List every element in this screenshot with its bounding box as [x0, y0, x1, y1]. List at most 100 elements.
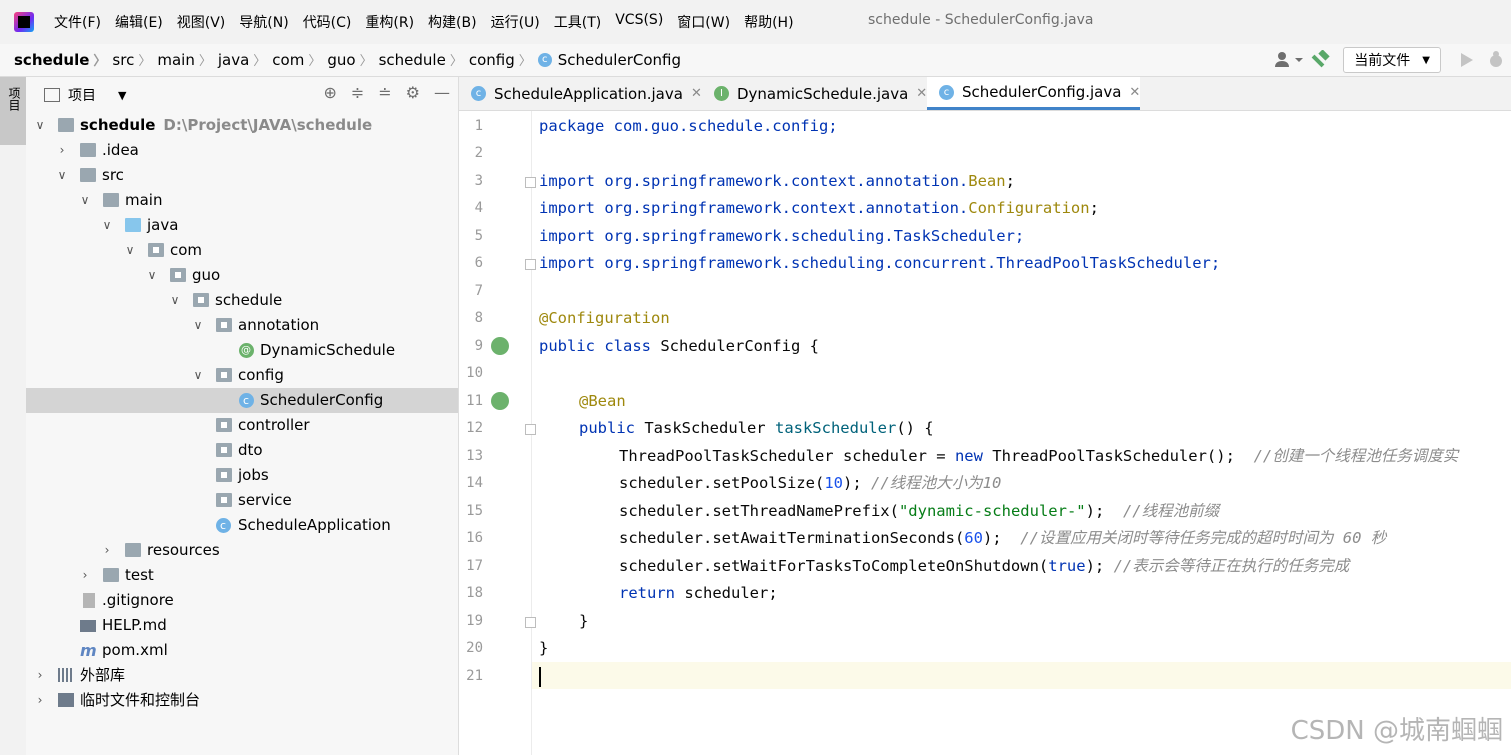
tree-item-schedule-root[interactable]: ∨ schedule D:\Project\JAVA\schedule — [26, 113, 458, 138]
tree-item-help-md[interactable]: HELP.md — [26, 613, 458, 638]
chevron-down-icon[interactable]: ∨ — [146, 263, 158, 288]
locate-icon[interactable]: ⊕ — [323, 83, 336, 102]
tree-item-scratches[interactable]: › 临时文件和控制台 — [26, 688, 458, 713]
menu-tools[interactable]: 工具(T) — [554, 12, 601, 32]
menu-run[interactable]: 运行(U) — [491, 12, 540, 32]
window-title: schedule - SchedulerConfig.java — [868, 12, 1094, 28]
tree-item-schedulerconfig[interactable]: SchedulerConfig — [26, 388, 458, 413]
scratch-console-icon — [58, 693, 74, 707]
editor-tabs: c ScheduleApplication.java ✕ I DynamicSc… — [459, 77, 1511, 111]
chevron-down-icon[interactable]: ∨ — [79, 188, 91, 213]
breadcrumb-item[interactable]: config 〉 — [469, 50, 538, 70]
chevron-right-icon[interactable]: › — [101, 538, 113, 563]
breadcrumb-item[interactable]: com 〉 — [272, 50, 327, 70]
tab-schedulerconfig[interactable]: c SchedulerConfig.java ✕ — [927, 77, 1141, 110]
chevron-down-icon[interactable]: ∨ — [56, 163, 68, 188]
chevron-down-icon[interactable]: ∨ — [169, 288, 181, 313]
tree-item-annotation[interactable]: ∨ annotation — [26, 313, 458, 338]
menu-navigate[interactable]: 导航(N) — [239, 12, 288, 32]
tree-item-idea[interactable]: › .idea — [26, 138, 458, 163]
tree-item-gitignore[interactable]: .gitignore — [26, 588, 458, 613]
menu-view[interactable]: 视图(V) — [177, 12, 226, 32]
fold-marker-icon[interactable] — [525, 424, 536, 435]
menu-refactor[interactable]: 重构(R) — [365, 12, 414, 32]
minimize-icon[interactable]: — — [434, 83, 450, 102]
tree-item-jobs[interactable]: jobs — [26, 463, 458, 488]
menu-help[interactable]: 帮助(H) — [744, 12, 793, 32]
debug-icon[interactable] — [1481, 50, 1511, 70]
tree-item-java[interactable]: ∨ java — [26, 213, 458, 238]
tree-item-config[interactable]: ∨ config — [26, 363, 458, 388]
chevron-right-icon[interactable]: › — [56, 138, 68, 163]
project-view-selector[interactable]: 项目 ▼ — [44, 85, 126, 105]
line-number: 20 — [466, 640, 483, 656]
chevron-down-icon[interactable]: ∨ — [192, 313, 204, 338]
run-icon[interactable] — [1453, 50, 1481, 70]
tree-item-guo[interactable]: ∨ guo — [26, 263, 458, 288]
package-icon — [216, 368, 232, 382]
tree-item-scheduleapplication[interactable]: ScheduleApplication — [26, 513, 458, 538]
menu-edit[interactable]: 编辑(E) — [115, 12, 163, 32]
line-number: 2 — [474, 145, 483, 161]
breadcrumb-item[interactable]: java 〉 — [218, 50, 272, 70]
fold-marker-icon[interactable] — [525, 617, 536, 628]
package-icon — [216, 418, 232, 432]
menu-file[interactable]: 文件(F) — [54, 12, 101, 32]
close-icon[interactable]: ✕ — [916, 86, 927, 101]
code-line: public TaskScheduler taskScheduler() { — [579, 419, 934, 437]
tab-dynamicschedule[interactable]: I DynamicSchedule.java ✕ — [702, 77, 927, 110]
user-icon[interactable] — [1273, 50, 1305, 70]
chevron-down-icon[interactable]: ∨ — [34, 113, 46, 138]
fold-marker-icon[interactable] — [525, 177, 536, 188]
run-config-select[interactable]: 当前文件 ▼ — [1343, 47, 1441, 73]
fold-marker-icon[interactable] — [525, 259, 536, 270]
tree-item-com[interactable]: ∨ com — [26, 238, 458, 263]
chevron-down-icon[interactable]: ∨ — [101, 213, 113, 238]
chevron-down-icon[interactable]: ∨ — [192, 363, 204, 388]
breadcrumb-item[interactable]: schedule 〉 — [379, 50, 469, 70]
breadcrumb-item[interactable]: main 〉 — [157, 50, 218, 70]
tree-item-schedule-pkg[interactable]: ∨ schedule — [26, 288, 458, 313]
expand-all-icon[interactable]: ≑ — [351, 83, 364, 102]
window-icon — [44, 88, 60, 102]
collapse-all-icon[interactable]: ≐ — [378, 83, 391, 102]
breadcrumb-item[interactable]: c SchedulerConfig — [537, 51, 681, 69]
code-line: import org.springframework.context.annot… — [539, 172, 1015, 190]
chevron-down-icon[interactable]: ∨ — [124, 238, 136, 263]
chevron-right-icon[interactable]: › — [34, 663, 46, 688]
chevron-right-icon[interactable]: › — [79, 563, 91, 588]
spring-bean-gutter-icon[interactable] — [491, 392, 509, 410]
line-number: 19 — [466, 613, 483, 629]
project-tool-tab[interactable]: 项目 — [0, 77, 26, 145]
tree-item-resources[interactable]: › resources — [26, 538, 458, 563]
tree-item-controller[interactable]: controller — [26, 413, 458, 438]
menu-vcs[interactable]: VCS(S) — [615, 12, 663, 32]
menu-build[interactable]: 构建(B) — [428, 12, 477, 32]
spring-bean-gutter-icon[interactable] — [491, 337, 509, 355]
build-hammer-icon[interactable] — [1305, 50, 1335, 70]
code-editor[interactable]: 1 2 3 4 5 6 7 8 9 10 11 12 13 14 15 16 1… — [459, 111, 1511, 755]
menu-code[interactable]: 代码(C) — [303, 12, 352, 32]
tree-item-test[interactable]: › test — [26, 563, 458, 588]
intellij-logo-icon[interactable] — [14, 12, 34, 32]
tree-item-external-libraries[interactable]: › 外部库 — [26, 663, 458, 688]
menu-window[interactable]: 窗口(W) — [677, 12, 730, 32]
line-number: 18 — [466, 585, 483, 601]
gear-icon[interactable]: ⚙ — [406, 83, 420, 102]
project-panel: 项目 ▼ ⊕ ≑ ≐ ⚙ — ∨ schedule D:\Project\JAVA\… — [26, 77, 459, 755]
tree-item-main[interactable]: ∨ main — [26, 188, 458, 213]
code-line: import org.springframework.scheduling.Ta… — [539, 227, 1025, 245]
tab-scheduleapplication[interactable]: c ScheduleApplication.java ✕ — [459, 77, 702, 110]
tree-item-service[interactable]: service — [26, 488, 458, 513]
tree-item-dto[interactable]: dto — [26, 438, 458, 463]
tree-item-src[interactable]: ∨ src — [26, 163, 458, 188]
folder-icon — [80, 168, 96, 182]
breadcrumb-item[interactable]: src 〉 — [112, 50, 157, 70]
close-icon[interactable]: ✕ — [1129, 85, 1140, 100]
chevron-right-icon[interactable]: › — [34, 688, 46, 713]
close-icon[interactable]: ✕ — [691, 86, 702, 101]
tree-item-pom-xml[interactable]: m pom.xml — [26, 638, 458, 663]
tree-item-dynamicschedule[interactable]: DynamicSchedule — [26, 338, 458, 363]
breadcrumb-item[interactable]: guo 〉 — [327, 50, 378, 70]
breadcrumb-item[interactable]: schedule 〉 — [14, 50, 112, 70]
